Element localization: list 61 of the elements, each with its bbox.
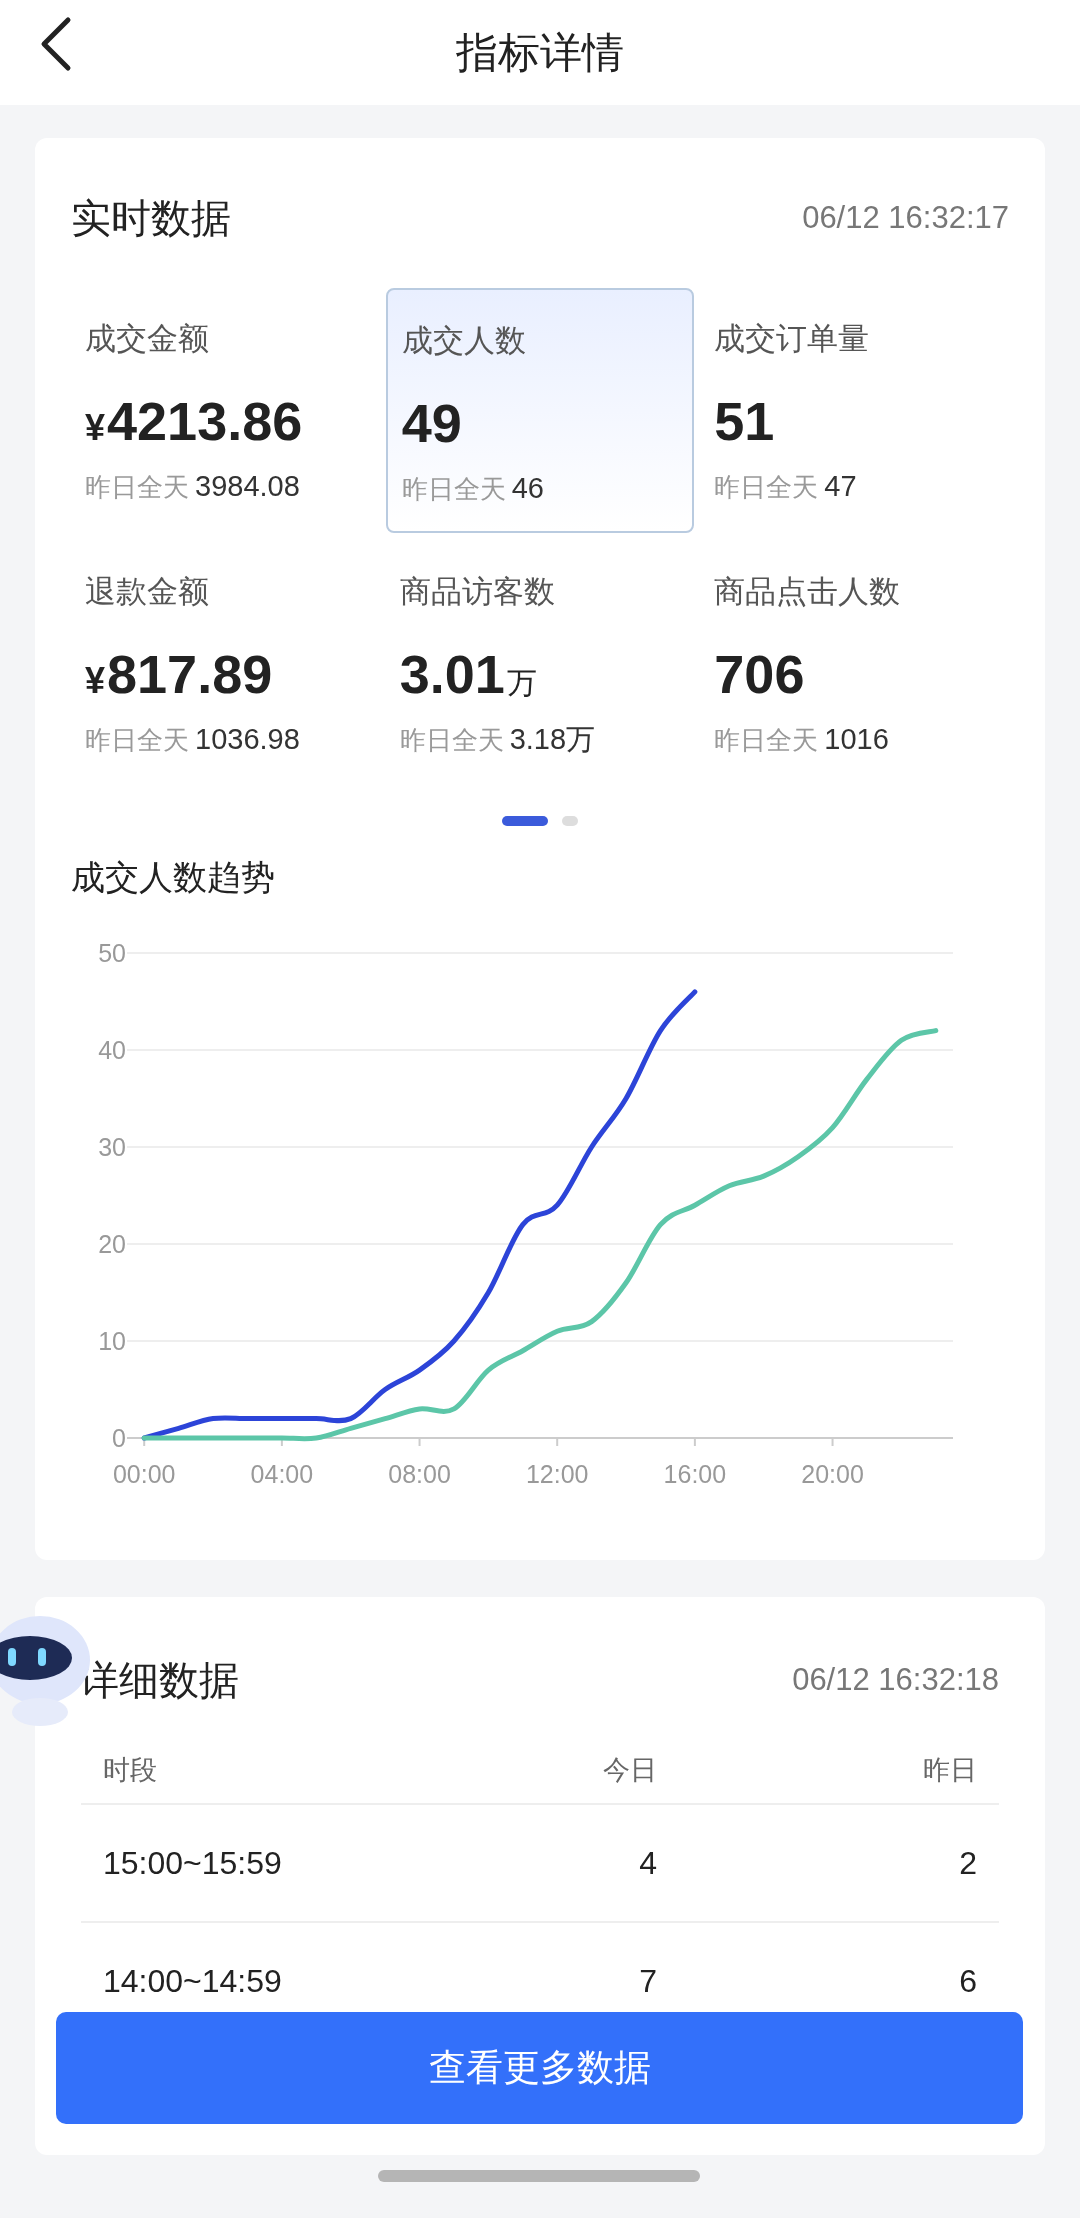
axis-label: 20 (98, 1230, 126, 1258)
metric-label: 成交订单量 (714, 320, 870, 358)
metric-tile[interactable]: 成交金额 ¥4213.86 昨日全天 3984.08 (71, 288, 380, 533)
comparison-value: 1016 (824, 721, 889, 757)
comparison-value: 3984.08 (195, 468, 300, 504)
comparison-value: 1036.98 (195, 721, 300, 757)
axis-label: 40 (98, 1036, 126, 1064)
metric-value: 4213.86 (107, 389, 303, 453)
comparison-label: 昨日全天 (85, 470, 189, 504)
comparison-label: 昨日全天 (714, 723, 819, 757)
metric-value: 51 (714, 389, 775, 453)
table-cell-text: 15:00~15:59 (103, 1844, 283, 1883)
table-cell-text: 14:00~14:59 (103, 1962, 283, 2001)
axis-label: 10 (98, 1327, 126, 1355)
comparison-value: 46 (511, 470, 544, 506)
column-header: 今日 (603, 1753, 657, 1787)
currency-sign: ¥ (85, 405, 106, 450)
axis-label: 0 (112, 1424, 126, 1452)
metric-label: 退款金额 (85, 573, 209, 611)
timestamp: 06/12 16:32:17 (802, 198, 1009, 237)
axis-label: 08:00 (388, 1460, 451, 1488)
comparison-label: 昨日全天 (714, 470, 819, 504)
table-cell-text: 4 (639, 1844, 657, 1883)
metric-label: 成交金额 (85, 320, 209, 358)
section-title: 实时数据 (71, 195, 231, 242)
view-more-button[interactable]: 查看更多数据 (56, 2012, 1023, 2124)
page-title: 指标详情 (456, 28, 624, 78)
comparison-value: 47 (824, 468, 857, 504)
metric-value: 706 (714, 642, 805, 706)
axis-label: 16:00 (663, 1460, 727, 1488)
metric-value: 3.01 (399, 642, 505, 706)
metric-value: 49 (401, 391, 462, 455)
metric-label: 商品点击人数 (714, 573, 901, 611)
metric-tile[interactable]: 退款金额 ¥817.89 昨日全天 1036.98 (71, 541, 380, 786)
metric-label: 商品访客数 (399, 573, 555, 611)
metric-value: 817.89 (107, 642, 273, 706)
metric-tile[interactable]: 成交订单量 51 昨日全天 47 (700, 288, 1009, 533)
timestamp: 06/12 16:32:18 (792, 1660, 999, 1699)
comparison-label: 昨日全天 (401, 472, 506, 506)
axis-label: 12:00 (525, 1460, 589, 1488)
axis-label: 50 (98, 939, 126, 967)
table-cell-text: 6 (959, 1962, 977, 2001)
axis-label: 30 (98, 1133, 126, 1161)
chart-title: 成交人数趋势 (71, 857, 275, 898)
column-header: 昨日 (923, 1753, 977, 1787)
metric-tile[interactable]: 商品点击人数 706 昨日全天 1016 (700, 541, 1009, 786)
column-header: 时段 (103, 1753, 158, 1787)
comparison-label: 昨日全天 (399, 723, 504, 757)
metric-tile[interactable]: 商品访客数 3.01万 昨日全天 3.18万 (385, 541, 695, 786)
axis-label: 20:00 (801, 1460, 864, 1488)
comparison-label: 昨日全天 (85, 723, 189, 757)
table-cell-text: 2 (959, 1844, 977, 1883)
metric-tile[interactable]: 成交人数 49 昨日全天 46 (385, 288, 695, 533)
unit-label: 万 (506, 664, 537, 701)
axis-label: 04:00 (250, 1460, 314, 1488)
metric-label: 成交人数 (401, 322, 526, 360)
axis-label: 00:00 (112, 1460, 176, 1488)
table-cell-text: 7 (639, 1962, 657, 2001)
comparison-value: 3.18万 (509, 721, 596, 757)
currency-sign: ¥ (85, 658, 106, 703)
page-indicator[interactable] (502, 816, 548, 826)
